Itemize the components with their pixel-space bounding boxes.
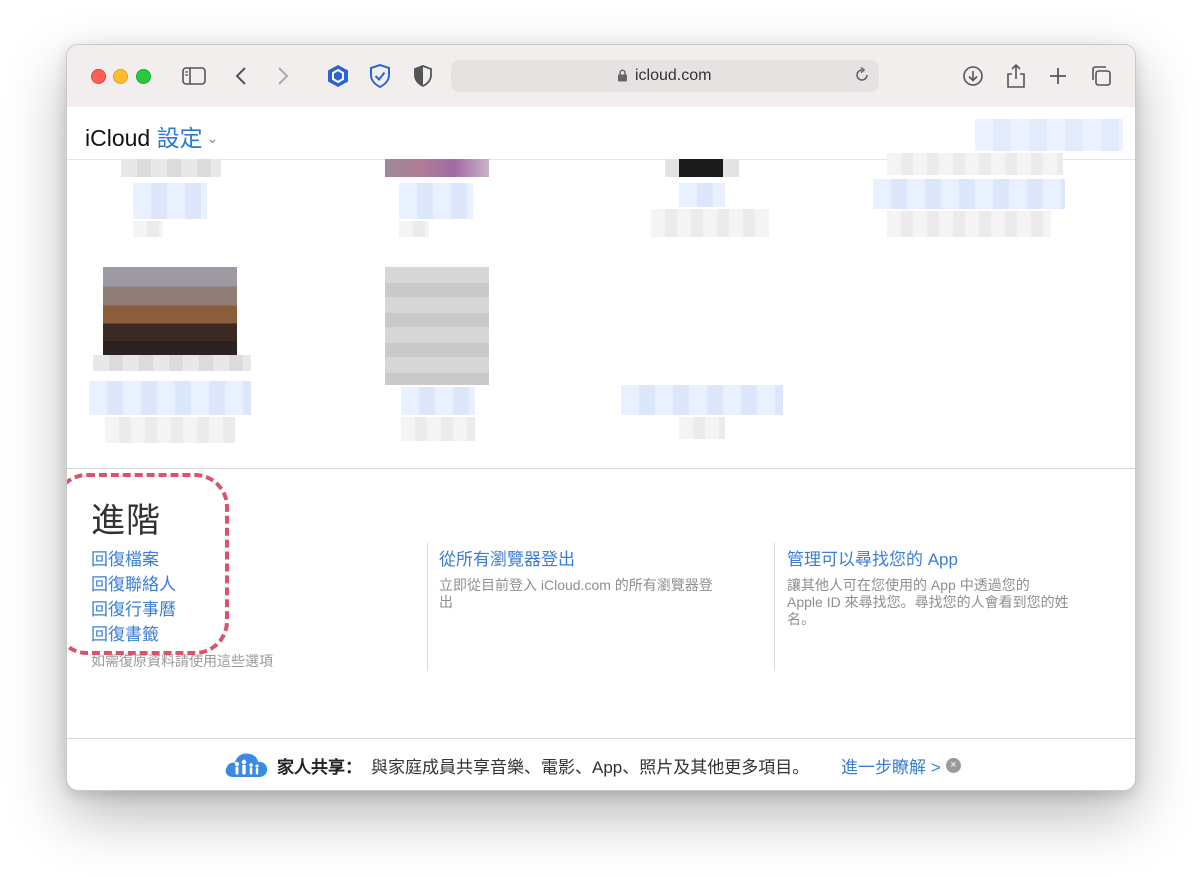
browser-window: icloud.com iCloud 設定 ⌄ 進階 回復檔案 回復聯絡人 回復行… bbox=[66, 44, 1136, 791]
sidebar-icon[interactable] bbox=[181, 63, 207, 89]
advanced-note: 如需復原資料請使用這些選項 bbox=[91, 653, 273, 669]
device-image-blurred[interactable] bbox=[103, 267, 237, 355]
sign-out-all-browsers-link[interactable]: 從所有瀏覽器登出 bbox=[439, 545, 575, 570]
device-image-blurred[interactable] bbox=[887, 153, 1063, 175]
device-name-blurred bbox=[401, 387, 475, 415]
device-detail-blurred bbox=[401, 417, 475, 441]
column-divider bbox=[774, 543, 775, 671]
restore-contacts-link[interactable]: 回復聯絡人 bbox=[91, 570, 176, 595]
device-detail-blurred bbox=[887, 211, 1051, 237]
section-divider bbox=[67, 468, 1135, 469]
restore-bookmarks-link[interactable]: 回復書籤 bbox=[91, 620, 159, 645]
description-line: 名。 bbox=[787, 611, 815, 627]
account-menu-blurred[interactable] bbox=[975, 119, 1123, 151]
device-detail-blurred bbox=[679, 417, 725, 439]
description-line: 出 bbox=[439, 594, 453, 610]
close-window-button[interactable] bbox=[91, 69, 106, 84]
plus-icon[interactable] bbox=[1045, 63, 1071, 89]
extension-hex-icon[interactable] bbox=[325, 63, 351, 89]
family-cloud-icon bbox=[223, 749, 269, 784]
device-detail-blurred bbox=[105, 417, 235, 443]
brand-name: iCloud bbox=[85, 125, 151, 151]
lock-icon bbox=[617, 69, 628, 87]
section-name: 設定 bbox=[156, 125, 203, 151]
restore-files-link[interactable]: 回復檔案 bbox=[91, 545, 159, 570]
manage-find-my-apps-link[interactable]: 管理可以尋找您的 App bbox=[787, 545, 958, 570]
device-name-blurred bbox=[399, 183, 473, 219]
shield-half-icon[interactable] bbox=[410, 63, 436, 89]
device-name-blurred bbox=[133, 183, 207, 219]
tabs-icon[interactable] bbox=[1088, 63, 1114, 89]
family-sharing-text: 與家庭成員共享音樂、電影、App、照片及其他更多項目。 bbox=[371, 758, 810, 777]
device-base-blurred bbox=[93, 355, 251, 371]
close-icon[interactable]: × bbox=[946, 758, 961, 773]
sign-out-description: 立即從目前登入 iCloud.com 的所有瀏覽器登 出 bbox=[439, 577, 769, 611]
description-line: Apple ID 來尋找您。尋找您的人會看到您的姓 bbox=[787, 594, 1069, 610]
reload-icon[interactable] bbox=[853, 66, 871, 89]
device-image-blurred[interactable] bbox=[385, 159, 489, 177]
forward-icon[interactable] bbox=[270, 63, 296, 89]
shield-check-icon[interactable] bbox=[367, 63, 393, 89]
device-detail-blurred bbox=[133, 221, 163, 237]
back-icon[interactable] bbox=[228, 63, 254, 89]
family-sharing-banner: 家人共享： 與家庭成員共享音樂、電影、App、照片及其他更多項目。 進一步瞭解 … bbox=[67, 739, 1135, 790]
device-detail-blurred bbox=[651, 209, 769, 237]
restore-calendars-link[interactable]: 回復行事曆 bbox=[91, 595, 176, 620]
icloud-header: iCloud 設定 ⌄ bbox=[67, 107, 1135, 159]
minimize-window-button[interactable] bbox=[113, 69, 128, 84]
find-my-description: 讓其他人可在您使用的 App 中透過您的 Apple ID 來尋找您。尋找您的人… bbox=[787, 577, 1117, 628]
download-icon[interactable] bbox=[960, 63, 986, 89]
device-image-blurred[interactable] bbox=[121, 159, 221, 177]
device-image-blurred[interactable] bbox=[665, 159, 739, 177]
page-title[interactable]: iCloud 設定 ⌄ bbox=[85, 119, 218, 153]
device-name-blurred bbox=[873, 179, 1065, 209]
address-bar[interactable]: icloud.com bbox=[451, 60, 879, 92]
description-line: 立即從目前登入 iCloud.com 的所有瀏覽器登 bbox=[439, 577, 713, 593]
share-icon[interactable] bbox=[1003, 63, 1029, 89]
description-line: 讓其他人可在您使用的 App 中透過您的 bbox=[787, 577, 1030, 593]
learn-more-link[interactable]: 進一步瞭解 > bbox=[841, 753, 941, 778]
family-sharing-label: 家人共享： bbox=[277, 758, 362, 777]
browser-toolbar: icloud.com bbox=[67, 45, 1135, 108]
zoom-window-button[interactable] bbox=[136, 69, 151, 84]
advanced-title: 進階 bbox=[91, 502, 161, 540]
device-image-blurred[interactable] bbox=[385, 267, 489, 385]
chevron-down-icon: ⌄ bbox=[206, 130, 219, 146]
url-text: icloud.com bbox=[635, 67, 712, 84]
device-name-blurred bbox=[679, 183, 725, 207]
device-name-blurred bbox=[89, 381, 251, 415]
device-detail-blurred bbox=[399, 221, 429, 237]
column-divider bbox=[427, 543, 428, 671]
device-name-blurred bbox=[621, 385, 783, 415]
